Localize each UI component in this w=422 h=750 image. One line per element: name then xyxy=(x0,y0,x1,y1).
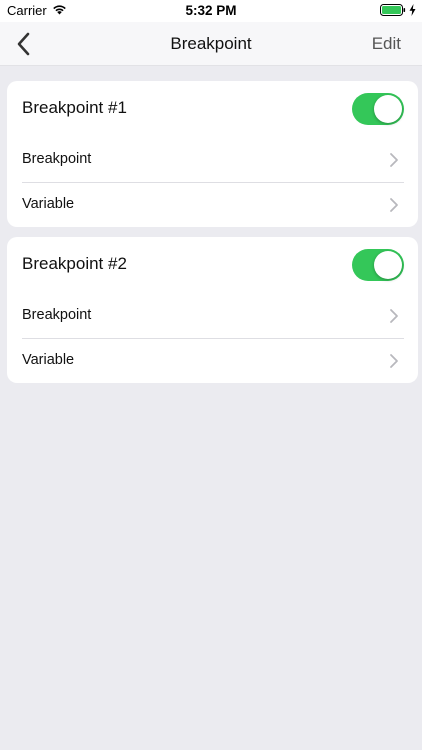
chevron-right-icon xyxy=(390,309,398,323)
row-separator xyxy=(22,182,404,183)
breakpoint-toggle[interactable] xyxy=(352,249,404,281)
chevron-right-icon xyxy=(390,153,398,167)
row-separator xyxy=(22,338,404,339)
breakpoint-row[interactable]: Breakpoint xyxy=(7,293,418,338)
breakpoint-toggle[interactable] xyxy=(352,93,404,125)
toggle-knob xyxy=(374,251,402,279)
row-label: Variable xyxy=(22,196,75,212)
status-bar: Carrier 5:32 PM xyxy=(0,0,422,22)
variable-row[interactable]: Variable xyxy=(7,338,418,383)
breakpoint-card-2: Breakpoint #2 Breakpoint Variable xyxy=(7,237,418,383)
row-label: Variable xyxy=(22,352,75,368)
toggle-knob xyxy=(374,95,402,123)
charging-bolt-icon xyxy=(409,4,416,19)
chevron-right-icon xyxy=(390,198,398,212)
page-title: Breakpoint xyxy=(170,34,252,53)
breakpoint-title: Breakpoint #2 xyxy=(22,254,127,273)
edit-button[interactable]: Edit xyxy=(372,34,401,54)
status-time: 5:32 PM xyxy=(185,3,237,18)
chevron-right-icon xyxy=(390,354,398,368)
row-label: Breakpoint xyxy=(22,151,92,167)
card-header: Breakpoint #1 xyxy=(7,81,418,137)
breakpoint-card-1: Breakpoint #1 Breakpoint Variable xyxy=(7,81,418,227)
breakpoint-row[interactable]: Breakpoint xyxy=(7,137,418,182)
variable-row[interactable]: Variable xyxy=(7,182,418,227)
breakpoint-list: Breakpoint #1 Breakpoint Variable Breakp… xyxy=(0,66,422,750)
battery-icon xyxy=(380,4,406,19)
navigation-bar: Breakpoint Edit xyxy=(0,22,422,66)
breakpoint-title: Breakpoint #1 xyxy=(22,98,127,117)
card-header: Breakpoint #2 xyxy=(7,237,418,293)
status-right xyxy=(380,4,416,19)
row-label: Breakpoint xyxy=(22,307,92,323)
